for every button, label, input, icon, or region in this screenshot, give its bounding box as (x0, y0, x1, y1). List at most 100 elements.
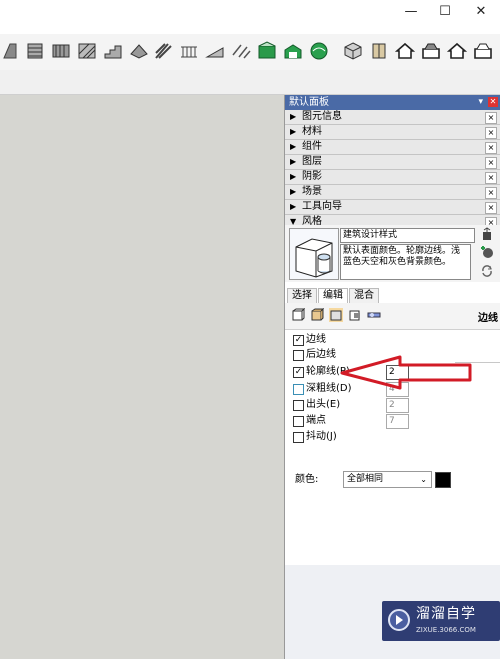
tray-entity-info[interactable]: ▶ 图元信息 × (285, 110, 500, 125)
top-view-icon[interactable] (368, 40, 390, 62)
modeling-settings-icon[interactable] (367, 308, 381, 322)
style-name-field[interactable]: 建筑设计样式 (340, 228, 475, 243)
edge-color-row: 颜色: 全部相同 ⌄ (295, 471, 451, 489)
railing-icon[interactable] (178, 40, 200, 62)
option-label: 抖动(J) (306, 431, 337, 442)
watermark-title: 溜溜自学 (416, 606, 476, 622)
watermark-settings-icon[interactable] (348, 308, 362, 322)
tray-components[interactable]: ▶ 组件 × (285, 140, 500, 155)
panel-close-button[interactable]: ✕ (488, 97, 498, 107)
panel-title: 默认面板 (289, 97, 329, 108)
edit-settings-bar: 边线 (285, 303, 500, 330)
section-divider (455, 362, 500, 363)
checkbox[interactable] (293, 416, 304, 427)
style-description-field[interactable]: 默认表面颜色。轮廓边线。浅蓝色天空和灰色背景颜色。 (340, 244, 471, 280)
expand-arrow-icon: ▶ (290, 157, 297, 166)
site-watermark: 溜溜自学 ZIXUE.3066.COM (382, 601, 500, 641)
rotated-text-icon[interactable] (0, 40, 22, 62)
refresh-icon[interactable] (480, 264, 494, 278)
option-label: 端点 (306, 415, 326, 426)
toolbar (0, 34, 500, 71)
tray-label: 图元信息 (302, 111, 342, 122)
drawing-viewport[interactable] (0, 95, 284, 659)
iso-view-icon[interactable] (342, 40, 364, 62)
tray-close-icon[interactable]: × (485, 172, 497, 184)
checkbox[interactable] (293, 432, 304, 443)
tray-label: 图层 (302, 156, 322, 167)
checkbox[interactable]: ✓ (293, 367, 304, 378)
pin-icon[interactable]: ▾ (478, 95, 483, 110)
grid-line-icon[interactable] (230, 40, 252, 62)
tray-materials[interactable]: ▶ 材料 × (285, 125, 500, 140)
title-bar: — ☐ ✕ (0, 0, 500, 26)
tray-close-icon[interactable]: × (485, 187, 497, 199)
option-label: 出头(E) (306, 399, 341, 410)
right-view-icon[interactable] (420, 40, 442, 62)
roof-icon[interactable] (128, 40, 150, 62)
terrain-box-icon[interactable] (256, 40, 278, 62)
edge-settings-icon[interactable] (291, 308, 305, 322)
update-style-icon[interactable] (480, 227, 494, 241)
face-settings-icon[interactable] (310, 308, 324, 322)
diagonal-hatch-icon[interactable] (76, 40, 98, 62)
maximize-button[interactable]: ☐ (430, 2, 460, 22)
create-style-icon[interactable] (479, 245, 495, 259)
tab-select[interactable]: 选择 (287, 288, 317, 303)
checkbox[interactable]: ✓ (293, 335, 304, 346)
background-settings-icon[interactable] (329, 308, 343, 322)
option-label: 轮廓线(P) (306, 366, 350, 377)
profiles-width-input[interactable]: 2 (386, 365, 409, 380)
tray-close-icon[interactable]: × (485, 202, 497, 214)
tray-close-icon[interactable]: × (485, 127, 497, 139)
color-swatch[interactable] (435, 472, 451, 488)
minimize-button[interactable]: — (396, 2, 426, 22)
tray-label: 工具向导 (302, 201, 342, 212)
floor-hatch-icon[interactable] (50, 40, 72, 62)
tab-mix[interactable]: 混合 (349, 288, 379, 303)
expand-arrow-icon: ▶ (290, 127, 297, 136)
panel-title-bar: 默认面板 ▾ ✕ (285, 95, 500, 110)
chevron-down-icon: ⌄ (420, 475, 427, 484)
style-preview-section: 建筑设计样式 默认表面颜色。轮廓边线。浅蓝色天空和灰色背景颜色。 (285, 225, 500, 282)
watermark-logo-icon (388, 609, 410, 631)
endpoints-input[interactable]: 7 (386, 414, 409, 429)
checkbox[interactable] (293, 400, 304, 411)
close-button[interactable]: ✕ (466, 2, 496, 22)
tray-label: 场景 (302, 186, 322, 197)
edit-section-title: 边线 (478, 313, 498, 324)
tray-shadows[interactable]: ▶ 阴影 × (285, 170, 500, 185)
tray-close-icon[interactable]: × (485, 112, 497, 124)
option-label: 深粗线(D) (306, 383, 352, 394)
left-view-icon[interactable] (472, 40, 494, 62)
color-select-value: 全部相同 (347, 474, 384, 484)
color-select[interactable]: 全部相同 ⌄ (343, 471, 432, 488)
style-tabs: 选择 编辑 混合 (285, 288, 500, 304)
back-view-icon[interactable] (446, 40, 468, 62)
expand-arrow-icon: ▶ (290, 142, 297, 151)
terrain-smooth-icon[interactable] (308, 40, 330, 62)
wall-hatch-icon[interactable] (24, 40, 46, 62)
tray-label: 组件 (302, 141, 322, 152)
style-preview-icon (295, 238, 333, 278)
checkbox[interactable] (293, 350, 304, 361)
expand-arrow-icon: ▶ (290, 187, 297, 196)
tray-close-icon[interactable]: × (485, 157, 497, 169)
extension-input[interactable]: 2 (386, 398, 409, 413)
tray-instructor[interactable]: ▶ 工具向导 × (285, 200, 500, 215)
watermark-url: ZIXUE.3066.COM (416, 626, 476, 634)
tray-scenes[interactable]: ▶ 场景 × (285, 185, 500, 200)
tray-layers[interactable]: ▶ 图层 × (285, 155, 500, 170)
depth-cue-input[interactable]: 4 (386, 382, 409, 397)
louver-icon[interactable] (152, 40, 174, 62)
default-tray-panel: 默认面板 ▾ ✕ ▶ 图元信息 × ▶ 材料 × ▶ 组件 × ▶ 图层 × ▶… (284, 95, 500, 659)
front-view-icon[interactable] (394, 40, 416, 62)
tray-close-icon[interactable]: × (485, 142, 497, 154)
ramp-icon[interactable] (204, 40, 226, 62)
stair-icon[interactable] (102, 40, 124, 62)
checkbox[interactable] (293, 384, 304, 395)
expand-arrow-icon: ▶ (290, 202, 297, 211)
terrain-stamp-icon[interactable] (282, 40, 304, 62)
tab-edit[interactable]: 编辑 (318, 288, 348, 304)
tray-label: 材料 (302, 126, 322, 137)
color-label: 颜色: (295, 474, 319, 485)
